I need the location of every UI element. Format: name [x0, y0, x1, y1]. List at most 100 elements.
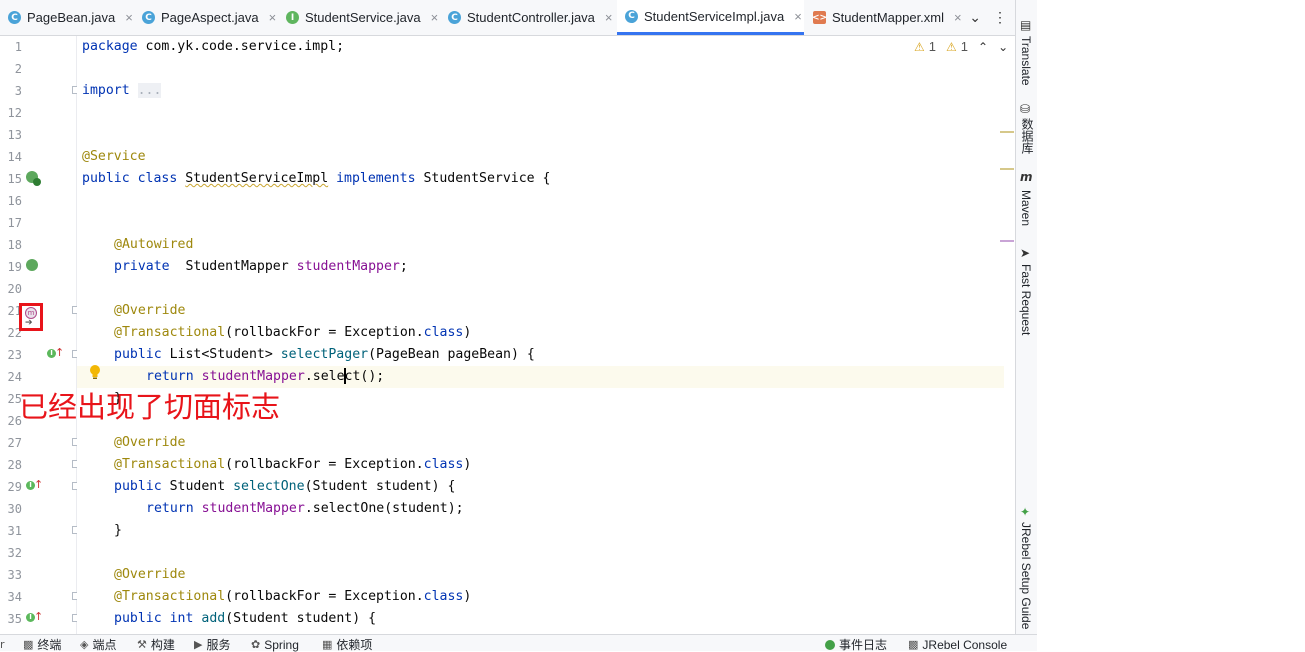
tool-database[interactable]: 数据库: [1019, 118, 1036, 154]
tab-label: StudentController.java: [467, 10, 595, 25]
jrebel-icon: ✦: [1020, 505, 1031, 519]
code-line: return studentMapper.select();: [146, 368, 385, 384]
tab-pagebean[interactable]: C PageBean.java ×: [0, 0, 134, 35]
tool-spring[interactable]: ✿ Spring: [251, 637, 299, 652]
line-number: 32: [7, 546, 22, 560]
navigate-arrow-icon: ➔: [25, 318, 33, 328]
code-line: @Transactional(rollbackFor = Exception.c…: [114, 325, 472, 340]
editor-gutter[interactable]: 1 2 3 12 13 14 15 16 17 18 19 20 21 22 2…: [0, 36, 80, 634]
bean-overlay-icon: [33, 178, 41, 186]
arrow-up-icon: ↑: [34, 478, 44, 491]
line-number: 20: [7, 282, 22, 296]
line-number: 29: [7, 480, 22, 494]
tab-label: StudentService.java: [305, 10, 421, 25]
close-icon[interactable]: ×: [269, 10, 277, 25]
chevron-down-icon[interactable]: ⌄: [969, 9, 981, 26]
line-number: 17: [7, 216, 22, 230]
close-icon[interactable]: ×: [605, 10, 613, 25]
hammer-icon: ⚒: [137, 638, 147, 651]
code-line: return studentMapper.selectOne(student);: [146, 501, 464, 516]
code-line: @Transactional(rollbackFor = Exception.c…: [114, 589, 472, 604]
tool-jrebel-setup-guide[interactable]: JRebel Setup Guide: [1019, 522, 1033, 629]
chevron-up-icon[interactable]: ⌃: [978, 40, 988, 54]
weak-warning-count: 1: [960, 39, 968, 54]
code-editor[interactable]: package com.yk.code.service.impl; import…: [77, 36, 1004, 634]
class-icon: C: [142, 11, 155, 24]
line-number: 24: [7, 370, 22, 384]
code-line: @Override: [114, 435, 186, 450]
line-number: 1: [14, 40, 22, 54]
tab-studentmapper-xml[interactable]: <> StudentMapper.xml ×: [805, 0, 963, 35]
jrebel-console-icon: ▩: [908, 638, 919, 651]
code-line: @Override: [114, 567, 186, 582]
services-icon: ▶: [194, 638, 203, 651]
lightbulb-icon[interactable]: [89, 364, 101, 380]
code-line: @Service: [82, 149, 146, 164]
tool-services[interactable]: ▶ 服务: [194, 637, 230, 652]
code-line: package com.yk.code.service.impl;: [82, 39, 345, 54]
tab-studentservice[interactable]: I StudentService.java ×: [278, 0, 440, 35]
code-line: public class StudentServiceImpl implemen…: [82, 171, 551, 186]
database-icon: ⛁: [1020, 102, 1031, 116]
tool-dependencies[interactable]: ▦ 依赖项: [322, 637, 372, 652]
close-icon[interactable]: ×: [431, 10, 439, 25]
code-line: }: [114, 523, 122, 538]
tab-studentserviceimpl[interactable]: C StudentServiceImpl.java ×: [617, 0, 804, 35]
chevron-down-icon[interactable]: ⌄: [998, 40, 1008, 54]
line-number: 31: [7, 524, 22, 538]
scroll-marker[interactable]: [1000, 131, 1014, 133]
line-number: 33: [7, 568, 22, 582]
tool-terminal[interactable]: ▩ 终端: [23, 637, 61, 652]
tool-endpoints[interactable]: ◈ 端点: [80, 637, 116, 652]
inspection-widget[interactable]: ⚠ 1 ⚠ 1 ⌃ ⌄: [914, 39, 1008, 54]
tool-jrebel-console[interactable]: ▩ JRebel Console: [908, 637, 1007, 652]
autowired-bean-icon[interactable]: [26, 259, 38, 271]
line-number: 2: [14, 62, 22, 76]
line-number: 27: [7, 436, 22, 450]
terminal-icon: ▩: [23, 638, 34, 651]
code-line: @Override: [114, 303, 186, 318]
maven-icon: m: [1020, 170, 1033, 184]
tab-label: PageAspect.java: [161, 10, 259, 25]
line-number: 30: [7, 502, 22, 516]
tab-label: PageBean.java: [27, 10, 116, 25]
scroll-marker[interactable]: [1000, 168, 1014, 170]
close-icon[interactable]: ×: [794, 9, 802, 24]
tab-pageaspect[interactable]: C PageAspect.java ×: [134, 0, 278, 35]
bottom-tool-bar: r ▩ 终端 ◈ 端点 ⚒ 构建 ▶ 服务 ✿ Spring ▦ 依赖项 事件日志 ▩ JRe…: [0, 634, 1037, 652]
line-number: 18: [7, 238, 22, 252]
line-number: 16: [7, 194, 22, 208]
tool-build[interactable]: ⚒ 构建: [137, 637, 175, 652]
tool-translate[interactable]: Translate: [1019, 36, 1033, 86]
xml-file-icon: <>: [811, 11, 828, 24]
event-log-icon: [825, 639, 835, 650]
tool-maven[interactable]: Maven: [1019, 190, 1033, 226]
more-options-icon[interactable]: ⋮: [993, 9, 1007, 26]
code-line: @Autowired: [114, 237, 194, 252]
scroll-marker[interactable]: [1000, 240, 1014, 242]
dependencies-icon: ▦: [322, 638, 333, 651]
tab-studentcontroller[interactable]: C StudentController.java ×: [440, 0, 616, 35]
line-number: 23: [7, 348, 22, 362]
endpoints-icon: ◈: [80, 638, 89, 651]
line-number: 28: [7, 458, 22, 472]
tab-actions: ⌄ ⋮: [969, 0, 1015, 35]
close-icon[interactable]: ×: [125, 10, 133, 25]
code-line: import ...: [82, 83, 162, 98]
tool-fast-request[interactable]: Fast Request: [1019, 264, 1033, 335]
class-icon: C: [8, 11, 21, 24]
line-number: 35: [7, 612, 22, 626]
interface-icon: I: [286, 11, 299, 24]
tab-label: StudentMapper.xml: [832, 10, 945, 25]
line-number: 34: [7, 590, 22, 604]
arrow-up-icon: ↑: [55, 346, 65, 359]
class-icon: C: [448, 11, 461, 24]
right-tool-strip: ▤ Translate ⛁ 数据库 m Maven ➤ Fast Request…: [1015, 0, 1037, 634]
tool-event-log[interactable]: 事件日志: [825, 637, 887, 652]
code-line: private StudentMapper studentMapper;: [114, 259, 408, 274]
code-line: @Transactional(rollbackFor = Exception.c…: [114, 457, 472, 472]
folded-imports[interactable]: ...: [137, 83, 162, 98]
warning-icon: ⚠: [914, 39, 925, 54]
close-icon[interactable]: ×: [954, 10, 962, 25]
code-line: public int add(Student student) {: [114, 611, 377, 626]
